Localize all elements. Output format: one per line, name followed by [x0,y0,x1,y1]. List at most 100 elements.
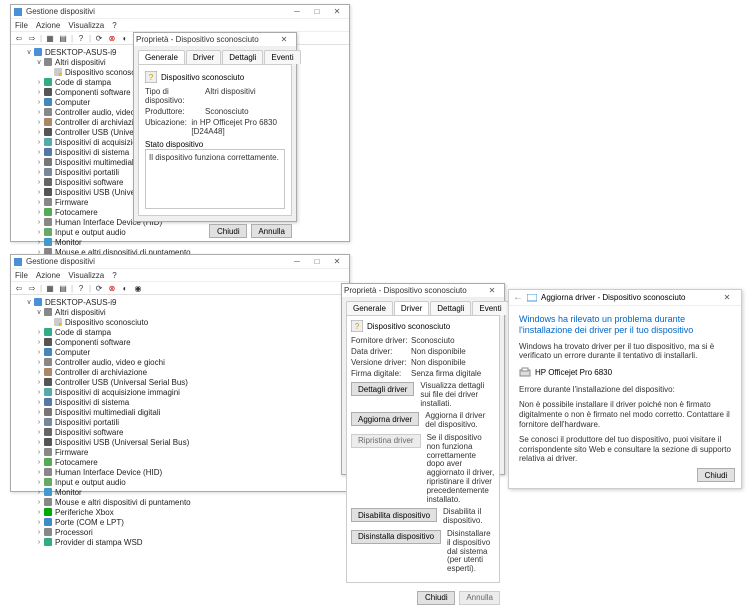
scan-icon[interactable]: ◉ [132,282,144,294]
menu-file[interactable]: File [15,271,28,280]
titlebar[interactable]: Gestione dispositivi ─ □ ✕ [11,5,349,19]
tree-category[interactable]: ›Periferiche Xbox [15,507,345,517]
close-button[interactable]: Chiudi [209,224,247,238]
back-icon[interactable]: ⇦ [13,282,25,294]
maximize-button[interactable]: □ [307,6,327,18]
tab-driver[interactable]: Driver [186,50,221,64]
driver-action-button[interactable]: Dettagli driver [351,382,414,396]
tab-general[interactable]: Generale [138,50,185,64]
label-date: Data driver: [351,347,411,356]
wizard-p4: Se conosci il produttore del tuo disposi… [519,435,731,464]
menu-bar: File Azione Visualizza ? [11,269,349,281]
tree-category[interactable]: ›Controller audio, video e giochi [15,357,345,367]
menu-help[interactable]: ? [112,21,116,30]
help-icon[interactable]: ? [75,282,87,294]
wizard-p2: Errore durante l'installazione del dispo… [519,385,731,395]
tree-category[interactable]: ›Controller di archiviazione [15,367,345,377]
tab-events[interactable]: Eventi [472,301,508,315]
tab-details[interactable]: Dettagli [222,50,263,64]
tree-category[interactable]: ›Porte (COM e LPT) [15,517,345,527]
tree-category[interactable]: ›Dispositivi software [15,427,345,437]
cancel-button[interactable]: Annulla [459,591,500,605]
tree-category[interactable]: ∨Altri dispositivi [15,307,345,317]
disable-icon[interactable]: ◐ [119,282,131,294]
titlebar[interactable]: Proprietà - Dispositivo sconosciuto ✕ [342,284,504,298]
tab-events[interactable]: Eventi [264,50,300,64]
update-icon[interactable]: ⟳ [93,32,105,44]
dialog-body: ? Dispositivo sconosciuto Fornitore driv… [346,315,500,583]
tree-category[interactable]: ›Fotocamere [15,457,345,467]
refresh-icon[interactable]: ▤ [57,282,69,294]
dialog-title: Proprietà - Dispositivo sconosciuto [136,35,274,44]
wizard-p3: Non è possibile installare il driver poi… [519,400,731,429]
menu-view[interactable]: Visualizza [68,271,104,280]
wizard-title: Aggiorna driver - Dispositivo sconosciut… [541,293,686,302]
help-icon[interactable]: ? [75,32,87,44]
dialog-title: Proprietà - Dispositivo sconosciuto [344,286,482,295]
tree-category[interactable]: ›Dispositivi portatili [15,417,345,427]
forward-icon[interactable]: ⇨ [26,32,38,44]
minimize-button[interactable]: ─ [287,256,307,268]
label-provider: Fornitore driver: [351,336,411,345]
minimize-button[interactable]: ─ [287,6,307,18]
status-textbox[interactable]: Il dispositivo funziona correttamente. [145,149,285,209]
label-version: Versione driver: [351,358,411,367]
maximize-button[interactable]: □ [307,256,327,268]
menu-action[interactable]: Azione [36,21,60,30]
tree-category[interactable]: ›Code di stampa [15,327,345,337]
tree-category[interactable]: ›Controller USB (Universal Serial Bus) [15,377,345,387]
properties-dialog-driver: Proprietà - Dispositivo sconosciuto ✕ Ge… [341,283,505,475]
tree-category[interactable]: ›Processori [15,527,345,537]
close-button[interactable]: ✕ [327,256,347,268]
refresh-icon[interactable]: ▤ [57,32,69,44]
cancel-button[interactable]: Annulla [251,224,292,238]
close-button[interactable]: ✕ [717,292,737,304]
tree-category[interactable]: ›Dispositivi USB (Universal Serial Bus) [15,437,345,447]
driver-action-button[interactable]: Ripristina driver [351,434,421,448]
driver-action-button[interactable]: Disinstalla dispositivo [351,530,441,544]
tab-driver[interactable]: Driver [394,301,429,315]
tree-category[interactable]: ›Human Interface Device (HID) [15,467,345,477]
menu-help[interactable]: ? [112,271,116,280]
uninstall-icon[interactable]: ⊗ [106,282,118,294]
tree-unknown-device[interactable]: Dispositivo sconosciuto [15,317,345,327]
show-hidden-icon[interactable]: ▦ [44,32,56,44]
titlebar[interactable]: Proprietà - Dispositivo sconosciuto ✕ [134,33,296,47]
tree-root[interactable]: ∨DESKTOP-ASUS-i9 [15,297,345,307]
close-button[interactable]: ✕ [482,285,502,297]
tree-category[interactable]: ›Provider di stampa WSD [15,537,345,547]
tree-category[interactable]: ›Dispositivi di sistema [15,397,345,407]
close-button[interactable]: Chiudi [697,468,735,482]
tab-general[interactable]: Generale [346,301,393,315]
tree-category[interactable]: ›Computer [15,347,345,357]
menu-action[interactable]: Azione [36,271,60,280]
tree-category[interactable]: ›Dispositivi di acquisizione immagini [15,387,345,397]
menu-file[interactable]: File [15,21,28,30]
forward-icon[interactable]: ⇨ [26,282,38,294]
tree-category[interactable]: ›Monitor [15,487,345,497]
tree-category[interactable]: ›Componenti software [15,337,345,347]
close-button[interactable]: ✕ [274,34,294,46]
uninstall-icon[interactable]: ⊗ [106,32,118,44]
back-arrow-icon[interactable]: ← [513,292,527,303]
titlebar[interactable]: Gestione dispositivi ─ □ ✕ [11,255,349,269]
disable-icon[interactable]: ◐ [119,32,131,44]
wizard-p1: Windows ha trovato driver per il tuo dis… [519,342,731,361]
show-hidden-icon[interactable]: ▦ [44,282,56,294]
label-loc: Ubicazione: [145,118,191,136]
tree-category[interactable]: ›Firmware [15,447,345,457]
tree-category[interactable]: ›Input e output audio [15,477,345,487]
device-tree[interactable]: ∨DESKTOP-ASUS-i9∨Altri dispositiviDispos… [11,295,349,549]
tab-details[interactable]: Dettagli [430,301,471,315]
close-button[interactable]: Chiudi [417,591,455,605]
toolbar: ⇦ ⇨ | ▦ ▤ | ? | ⟳ ⊗ ◐ ◉ [11,281,349,295]
update-icon[interactable]: ⟳ [93,282,105,294]
back-icon[interactable]: ⇦ [13,32,25,44]
tree-category[interactable]: ›Dispositivi multimediali digitali [15,407,345,417]
separator: | [39,32,43,44]
driver-action-button[interactable]: Disabilita dispositivo [351,508,437,522]
driver-action-button[interactable]: Aggiorna driver [351,412,419,426]
close-button[interactable]: ✕ [327,6,347,18]
menu-view[interactable]: Visualizza [68,21,104,30]
driver-action-desc: Aggiorna il driver del dispositivo. [425,412,495,430]
